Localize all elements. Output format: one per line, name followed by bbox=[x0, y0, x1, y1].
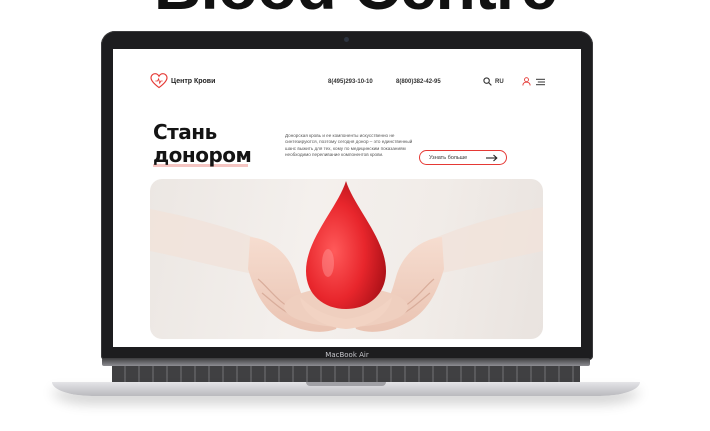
laptop-lid: Центр Крови 8(495)293-10-10 8(800)382-42… bbox=[101, 31, 593, 360]
logo[interactable]: Центр Крови bbox=[150, 73, 215, 89]
hero-title-line-2: донором bbox=[153, 143, 252, 167]
user-icon[interactable] bbox=[522, 77, 531, 86]
learn-more-label: Узнать больше bbox=[429, 154, 468, 161]
menu-icon[interactable] bbox=[536, 78, 545, 86]
search-icon[interactable] bbox=[483, 77, 492, 86]
lid-notch bbox=[306, 382, 386, 386]
top-heading: Blood Centre bbox=[0, 0, 710, 24]
logo-text: Центр Крови bbox=[171, 77, 216, 85]
camera-icon bbox=[344, 37, 349, 42]
hero-title-line-1: Стань bbox=[153, 120, 217, 144]
hinge bbox=[102, 358, 590, 366]
language-switch[interactable]: RU bbox=[495, 79, 504, 85]
laptop-base bbox=[52, 358, 640, 404]
phone-moscow[interactable]: 8(495)293-10-10 bbox=[328, 79, 373, 85]
hero-title: Стань донором bbox=[153, 120, 252, 167]
blood-drop-icon bbox=[306, 181, 386, 309]
heart-icon bbox=[150, 73, 168, 89]
keyboard bbox=[112, 364, 580, 384]
arrow-right-icon bbox=[486, 154, 498, 161]
laptop-screen: Центр Крови 8(495)293-10-10 8(800)382-42… bbox=[113, 49, 581, 347]
site-header: Центр Крови 8(495)293-10-10 8(800)382-42… bbox=[113, 49, 581, 97]
phone-hotline[interactable]: 8(800)382-42-95 bbox=[396, 79, 441, 85]
hero-image bbox=[150, 179, 543, 339]
hero-description: Донорская кровь и ее компоненты искусств… bbox=[285, 133, 413, 158]
learn-more-button[interactable]: Узнать больше bbox=[419, 150, 507, 165]
hands-with-blood-drop-illustration bbox=[150, 181, 543, 332]
